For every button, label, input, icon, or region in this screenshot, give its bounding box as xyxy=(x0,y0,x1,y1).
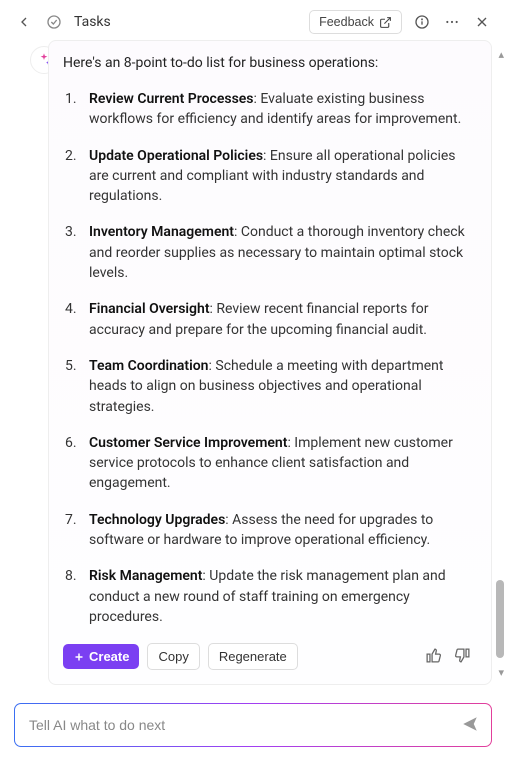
create-button[interactable]: Create xyxy=(63,644,139,669)
ai-input-box xyxy=(14,703,492,747)
regenerate-label: Regenerate xyxy=(219,649,287,664)
scroll-up-arrow[interactable]: ▴ xyxy=(498,48,504,61)
item-title: Financial Oversight xyxy=(89,301,210,317)
plus-icon xyxy=(73,651,85,663)
thumbs-down-button[interactable] xyxy=(452,645,473,669)
ai-input[interactable] xyxy=(17,706,451,744)
send-icon xyxy=(461,715,479,733)
item-title: Update Operational Policies xyxy=(89,148,263,164)
list-item: Team Coordination: Schedule a meeting wi… xyxy=(83,356,473,417)
intro-text: Here's an 8-point to-do list for busines… xyxy=(63,55,473,71)
item-title: Review Current Processes xyxy=(89,91,254,107)
info-icon xyxy=(414,14,430,30)
copy-label: Copy xyxy=(158,649,188,664)
info-button[interactable] xyxy=(412,12,432,32)
item-title: Customer Service Improvement xyxy=(89,435,287,451)
external-link-icon xyxy=(379,16,392,29)
list-item: Update Operational Policies: Ensure all … xyxy=(83,146,473,207)
list-item: Financial Oversight: Review recent finan… xyxy=(83,299,473,340)
item-title: Inventory Management xyxy=(89,224,234,240)
list-item: Technology Upgrades: Assess the need for… xyxy=(83,510,473,551)
copy-button[interactable]: Copy xyxy=(147,643,199,670)
content-area: ▴ Here's an 8-point to-do list for busin… xyxy=(0,40,506,680)
back-button[interactable] xyxy=(14,12,34,32)
send-button[interactable] xyxy=(451,709,489,742)
list-item: Inventory Management: Conduct a thorough… xyxy=(83,222,473,283)
regenerate-button[interactable]: Regenerate xyxy=(208,643,298,670)
list-item: Review Current Processes: Evaluate exist… xyxy=(83,89,473,130)
item-title: Team Coordination xyxy=(89,358,209,374)
thumbs-up-button[interactable] xyxy=(423,645,444,669)
feedback-button[interactable]: Feedback xyxy=(309,10,402,34)
header-right: Feedback xyxy=(309,10,492,34)
item-title: Risk Management xyxy=(89,568,202,584)
chevron-left-icon xyxy=(16,14,32,30)
close-icon xyxy=(474,14,490,30)
scroll-down-arrow[interactable]: ▾ xyxy=(498,666,504,679)
header-left: Tasks xyxy=(14,12,299,32)
page-title: Tasks xyxy=(74,14,111,30)
list-item: Risk Management: Update the risk managem… xyxy=(83,566,473,627)
feedback-label: Feedback xyxy=(319,15,374,29)
list-item: Customer Service Improvement: Implement … xyxy=(83,433,473,494)
thumbs-up-icon xyxy=(425,647,442,664)
item-title: Technology Upgrades xyxy=(89,512,225,528)
action-row: Create Copy Regenerate xyxy=(63,643,473,670)
more-horizontal-icon xyxy=(444,14,460,30)
todo-list: Review Current Processes: Evaluate exist… xyxy=(63,89,473,627)
close-button[interactable] xyxy=(472,12,492,32)
more-button[interactable] xyxy=(442,12,462,32)
header: Tasks Feedback xyxy=(0,0,506,40)
thumbs-down-icon xyxy=(454,647,471,664)
ai-response-card: Here's an 8-point to-do list for busines… xyxy=(48,40,492,685)
tasks-check-icon xyxy=(44,12,64,32)
input-bar xyxy=(14,703,492,747)
create-label: Create xyxy=(89,649,129,664)
scrollbar-thumb[interactable] xyxy=(496,580,504,658)
